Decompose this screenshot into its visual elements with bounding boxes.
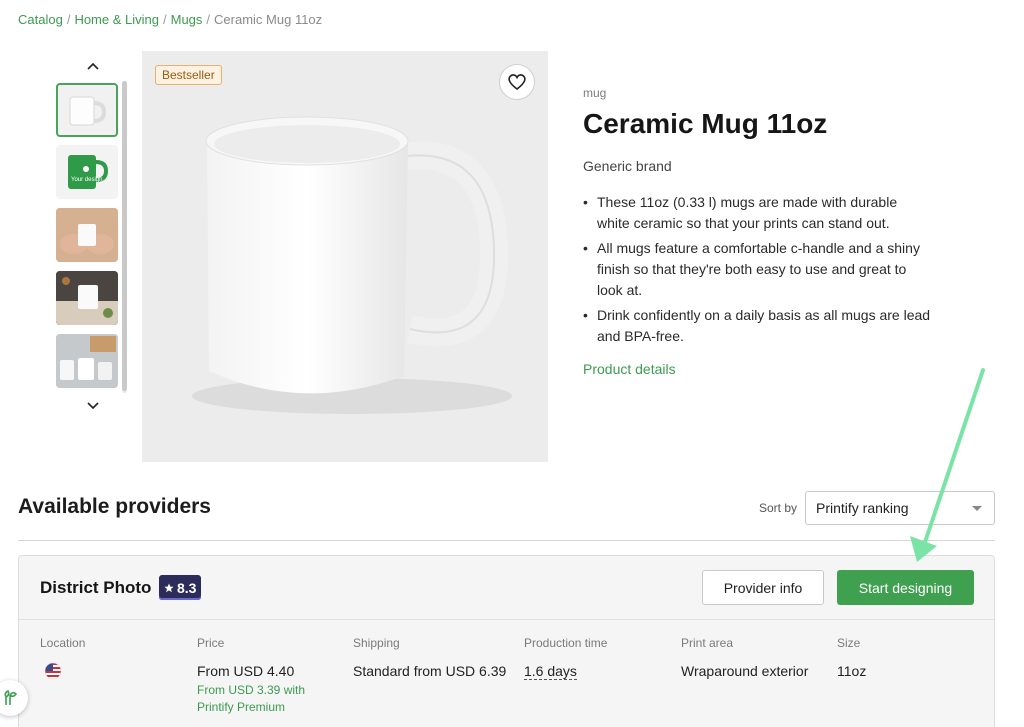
- thumbnail-mug-set[interactable]: [56, 334, 118, 388]
- product-info: mug Ceramic Mug 11oz Generic brand These…: [583, 86, 943, 379]
- thumbnail-white-mug[interactable]: [56, 83, 118, 137]
- star-icon: [164, 583, 174, 592]
- breadcrumb-separator: /: [206, 12, 211, 27]
- shipping-column: Shipping Standard from USD 6.39: [353, 636, 506, 680]
- location-column: Location: [40, 636, 85, 683]
- chevron-up-icon[interactable]: [84, 57, 102, 75]
- sort-label: Sort by: [759, 501, 798, 515]
- breadcrumb-separator: /: [66, 12, 71, 27]
- breadcrumb-separator: /: [162, 12, 167, 27]
- mug-illustration: [192, 116, 512, 414]
- production-time-value[interactable]: 1.6 days: [524, 663, 577, 680]
- size-column: Size 11oz: [837, 636, 866, 680]
- feature-item: These 11oz (0.33 l) mugs are made with d…: [583, 192, 933, 234]
- breadcrumb: Catalog / Home & Living / Mugs / Ceramic…: [18, 12, 322, 27]
- shipping-value: Standard from USD 6.39: [353, 663, 507, 679]
- feature-item: All mugs feature a comfortable c-handle …: [583, 238, 933, 301]
- heart-icon: [508, 74, 526, 91]
- feature-list: These 11oz (0.33 l) mugs are made with d…: [583, 192, 943, 347]
- breadcrumb-mugs[interactable]: Mugs: [171, 12, 203, 27]
- divider: [18, 540, 995, 541]
- print-area-label: Print area: [681, 636, 734, 650]
- price-label: Price: [197, 636, 225, 650]
- provider-rating-badge: 8.3: [159, 575, 202, 600]
- breadcrumb-current: Ceramic Mug 11oz: [214, 12, 323, 27]
- size-value: 11oz: [837, 663, 867, 679]
- thumbnail-scrollbar[interactable]: [122, 81, 127, 393]
- thumbnail-gallery: Your design: [54, 55, 132, 415]
- shipping-label: Shipping: [353, 636, 400, 650]
- sprout-icon: [4, 689, 18, 705]
- location-label: Location: [40, 636, 86, 650]
- thumbnail-your-design-text: Your design: [71, 177, 102, 183]
- providers-title: Available providers: [18, 495, 211, 518]
- price-column: Price From USD 4.40 From USD 3.39 with P…: [197, 636, 317, 716]
- product-details-link[interactable]: Product details: [583, 361, 676, 377]
- provider-card-header: District Photo 8.3 Provider info Start d…: [19, 556, 994, 620]
- thumbnail-hands-mug[interactable]: [56, 208, 118, 262]
- feature-item: Drink confidently on a daily basis as al…: [583, 305, 933, 347]
- us-flag-icon: [44, 662, 62, 680]
- production-column: Production time 1.6 days: [524, 636, 607, 680]
- caret-down-icon: [972, 506, 982, 511]
- start-designing-button[interactable]: Start designing: [837, 570, 974, 605]
- breadcrumb-catalog[interactable]: Catalog: [18, 12, 63, 27]
- print-area-value: Wraparound exterior: [681, 663, 809, 679]
- price-value: From USD 4.40: [197, 663, 295, 679]
- main-product-image: Bestseller: [142, 51, 548, 462]
- chevron-down-icon[interactable]: [84, 397, 102, 415]
- product-title: Ceramic Mug 11oz: [583, 108, 828, 139]
- favorite-button[interactable]: [499, 64, 535, 100]
- breadcrumb-home-living[interactable]: Home & Living: [74, 12, 159, 27]
- sort-value: Printify ranking: [816, 500, 909, 516]
- product-category: mug: [583, 86, 607, 100]
- provider-info-button[interactable]: Provider info: [702, 570, 824, 605]
- size-label: Size: [837, 636, 861, 650]
- premium-price-link[interactable]: From USD 3.39 with Printify Premium: [197, 682, 317, 716]
- sort-dropdown[interactable]: Printify ranking: [805, 491, 995, 525]
- print-area-column: Print area Wraparound exterior: [681, 636, 808, 680]
- thumbnail-mug-table[interactable]: [56, 271, 118, 325]
- provider-card: District Photo 8.3 Provider info Start d…: [18, 555, 995, 727]
- bestseller-badge: Bestseller: [155, 65, 222, 85]
- production-label: Production time: [524, 636, 608, 650]
- thumbnail-green-mug[interactable]: Your design: [56, 145, 118, 199]
- product-brand: Generic brand: [583, 158, 672, 174]
- rating-value: 8.3: [177, 579, 197, 596]
- provider-name: District Photo: [40, 578, 152, 597]
